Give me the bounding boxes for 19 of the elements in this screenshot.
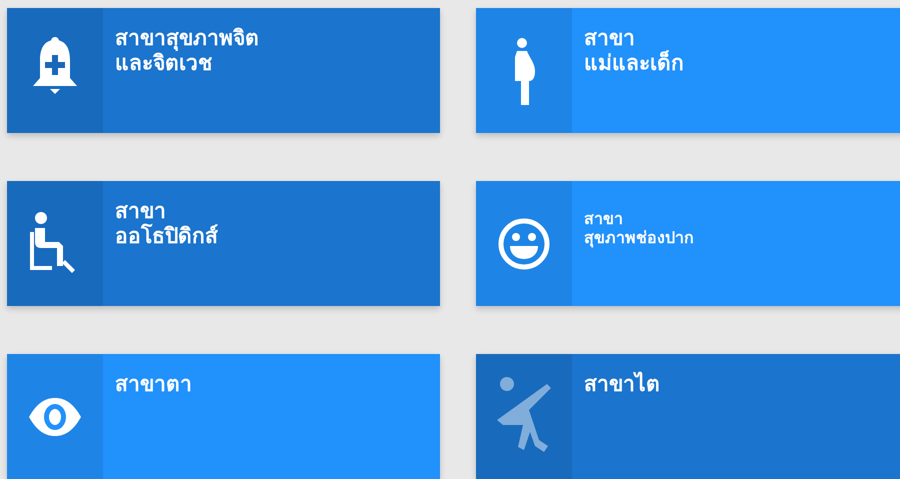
department-tile[interactable]: สาขาสุขภาพจิต และจิตเวช [7, 8, 440, 133]
department-label: สุขภาพช่องปาก [584, 228, 694, 248]
smiley-face-icon [498, 218, 550, 270]
department-tile[interactable]: สาขา ออโธปิดิกส์ [7, 181, 440, 306]
department-label: แม่และเด็ก [584, 51, 684, 76]
department-label: สาขา [584, 26, 636, 50]
department-label: ออโธปิดิกส์ [115, 224, 218, 250]
department-label: สาขา [584, 209, 624, 228]
department-tile[interactable]: สาขา แม่และเด็ก [476, 8, 900, 133]
department-label: สาขาสุขภาพจิต [115, 26, 259, 52]
department-label: สาขาตา [115, 372, 192, 398]
department-tile[interactable]: สาขา สุขภาพช่องปาก [476, 181, 900, 306]
eye-icon [27, 396, 83, 436]
department-label: สาขาไต [584, 372, 660, 398]
pregnant-figure-icon [512, 36, 536, 104]
department-tile[interactable]: สาขาตา [7, 354, 440, 479]
department-tile[interactable]: สาขาไต [476, 354, 900, 479]
department-label: และจิตเวช [115, 51, 213, 76]
department-label: สาขา [115, 199, 167, 224]
